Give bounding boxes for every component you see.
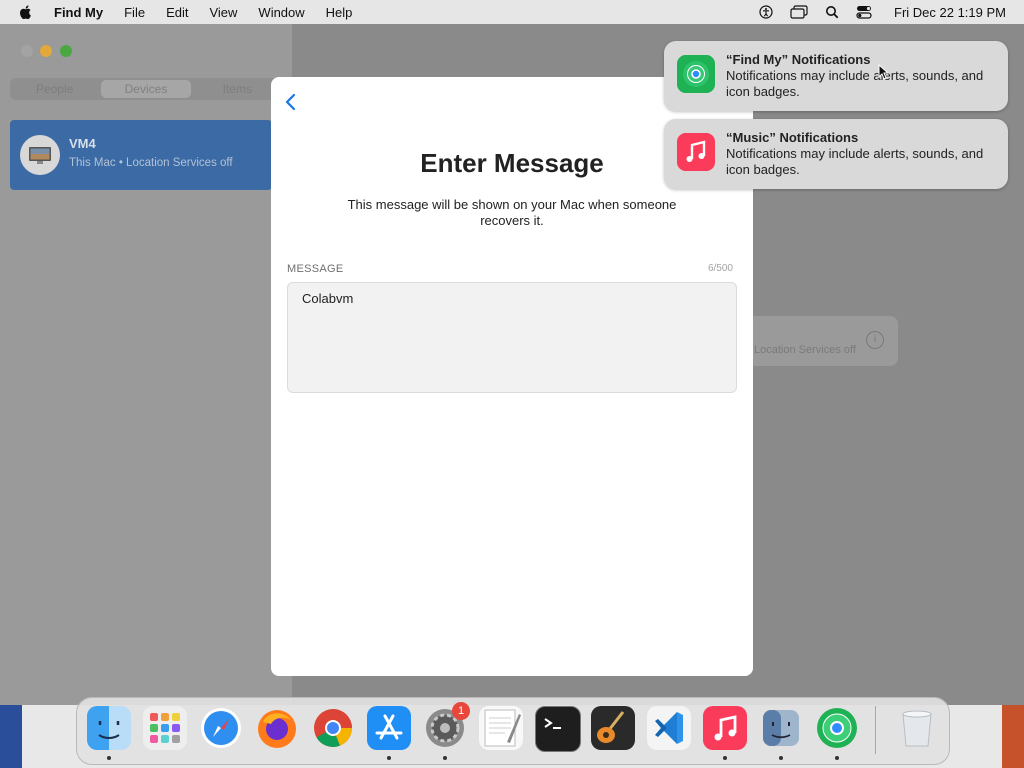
app-store-icon[interactable]: [367, 706, 411, 750]
firefox-icon[interactable]: [255, 706, 299, 750]
notification-title: “Find My” Notifications: [726, 52, 871, 67]
menu-file[interactable]: File: [124, 5, 145, 20]
menu-help[interactable]: Help: [326, 5, 353, 20]
device-name: VM4: [69, 136, 96, 151]
mac-device-icon: [20, 135, 60, 175]
tab-people[interactable]: People: [10, 78, 99, 100]
menu-app-name[interactable]: Find My: [54, 5, 103, 20]
finder-icon[interactable]: [87, 706, 131, 750]
apple-icon[interactable]: [18, 4, 34, 20]
preview-icon[interactable]: [759, 706, 803, 750]
device-subtitle: This Mac • Location Services off: [69, 157, 233, 169]
accessibility-icon[interactable]: [759, 5, 773, 19]
dialog-description: This message will be shown on your Mac w…: [347, 197, 677, 228]
settings-badge: 1: [452, 702, 470, 720]
control-center-icon[interactable]: [856, 5, 872, 19]
launchpad-icon[interactable]: [143, 706, 187, 750]
trash-icon[interactable]: [895, 706, 939, 750]
mouse-cursor-icon: [878, 64, 890, 80]
vscode-icon[interactable]: [647, 706, 691, 750]
notification-body: Notifications may include alerts, sounds…: [726, 146, 984, 177]
safari-icon[interactable]: [199, 706, 243, 750]
minimize-window-button[interactable]: [40, 45, 52, 57]
spotlight-search-icon[interactable]: [825, 5, 839, 19]
chrome-icon[interactable]: [311, 706, 355, 750]
segmented-control: People Devices Items: [10, 78, 282, 100]
menu-clock[interactable]: Fri Dec 22 1:19 PM: [894, 5, 1006, 20]
notification-find-my[interactable]: “Find My” Notifications Notifications ma…: [664, 41, 1008, 111]
settings-running-indicator: [443, 756, 447, 760]
music-running-indicator: [723, 756, 727, 760]
finder-running-indicator: [107, 756, 111, 760]
find-my-icon: [677, 55, 715, 93]
menu-edit[interactable]: Edit: [166, 5, 188, 20]
device-info-card: Location Services off i: [748, 316, 898, 366]
screen-mirroring-icon[interactable]: [790, 5, 808, 19]
notification-body: Notifications may include alerts, sounds…: [726, 68, 984, 99]
find-my-dock-icon[interactable]: [815, 706, 859, 750]
dock-separator: [875, 706, 876, 754]
music-icon: [677, 133, 715, 171]
zoom-window-button[interactable]: [60, 45, 72, 57]
card-subtitle: Location Services off: [754, 344, 856, 356]
tab-devices[interactable]: Devices: [101, 80, 191, 98]
message-textarea[interactable]: [287, 282, 737, 393]
app-store-running-indicator: [387, 756, 391, 760]
device-row-vm4[interactable]: VM4 This Mac • Location Services off: [10, 120, 272, 190]
dock: 1: [76, 697, 950, 765]
menu-window[interactable]: Window: [258, 5, 304, 20]
music-dock-icon[interactable]: [703, 706, 747, 750]
menu-bar: Find My File Edit View Window Help Fri D…: [0, 0, 1024, 24]
character-count: 6/500: [707, 263, 733, 274]
garageband-icon[interactable]: [591, 706, 635, 750]
sidebar: People Devices Items VM4 This Mac • Loca…: [0, 24, 292, 705]
menu-view[interactable]: View: [209, 5, 237, 20]
terminal-icon[interactable]: [535, 706, 581, 752]
notification-music[interactable]: “Music” Notifications Notifications may …: [664, 119, 1008, 189]
info-icon[interactable]: i: [866, 331, 884, 349]
message-field-label: MESSAGE: [287, 263, 344, 275]
tab-items[interactable]: Items: [193, 78, 282, 100]
back-chevron-icon[interactable]: [284, 93, 298, 111]
textedit-icon[interactable]: [479, 706, 523, 750]
preview-running-indicator: [779, 756, 783, 760]
close-window-button[interactable]: [21, 45, 33, 57]
find-my-running-indicator: [835, 756, 839, 760]
notification-title: “Music” Notifications: [726, 130, 859, 145]
